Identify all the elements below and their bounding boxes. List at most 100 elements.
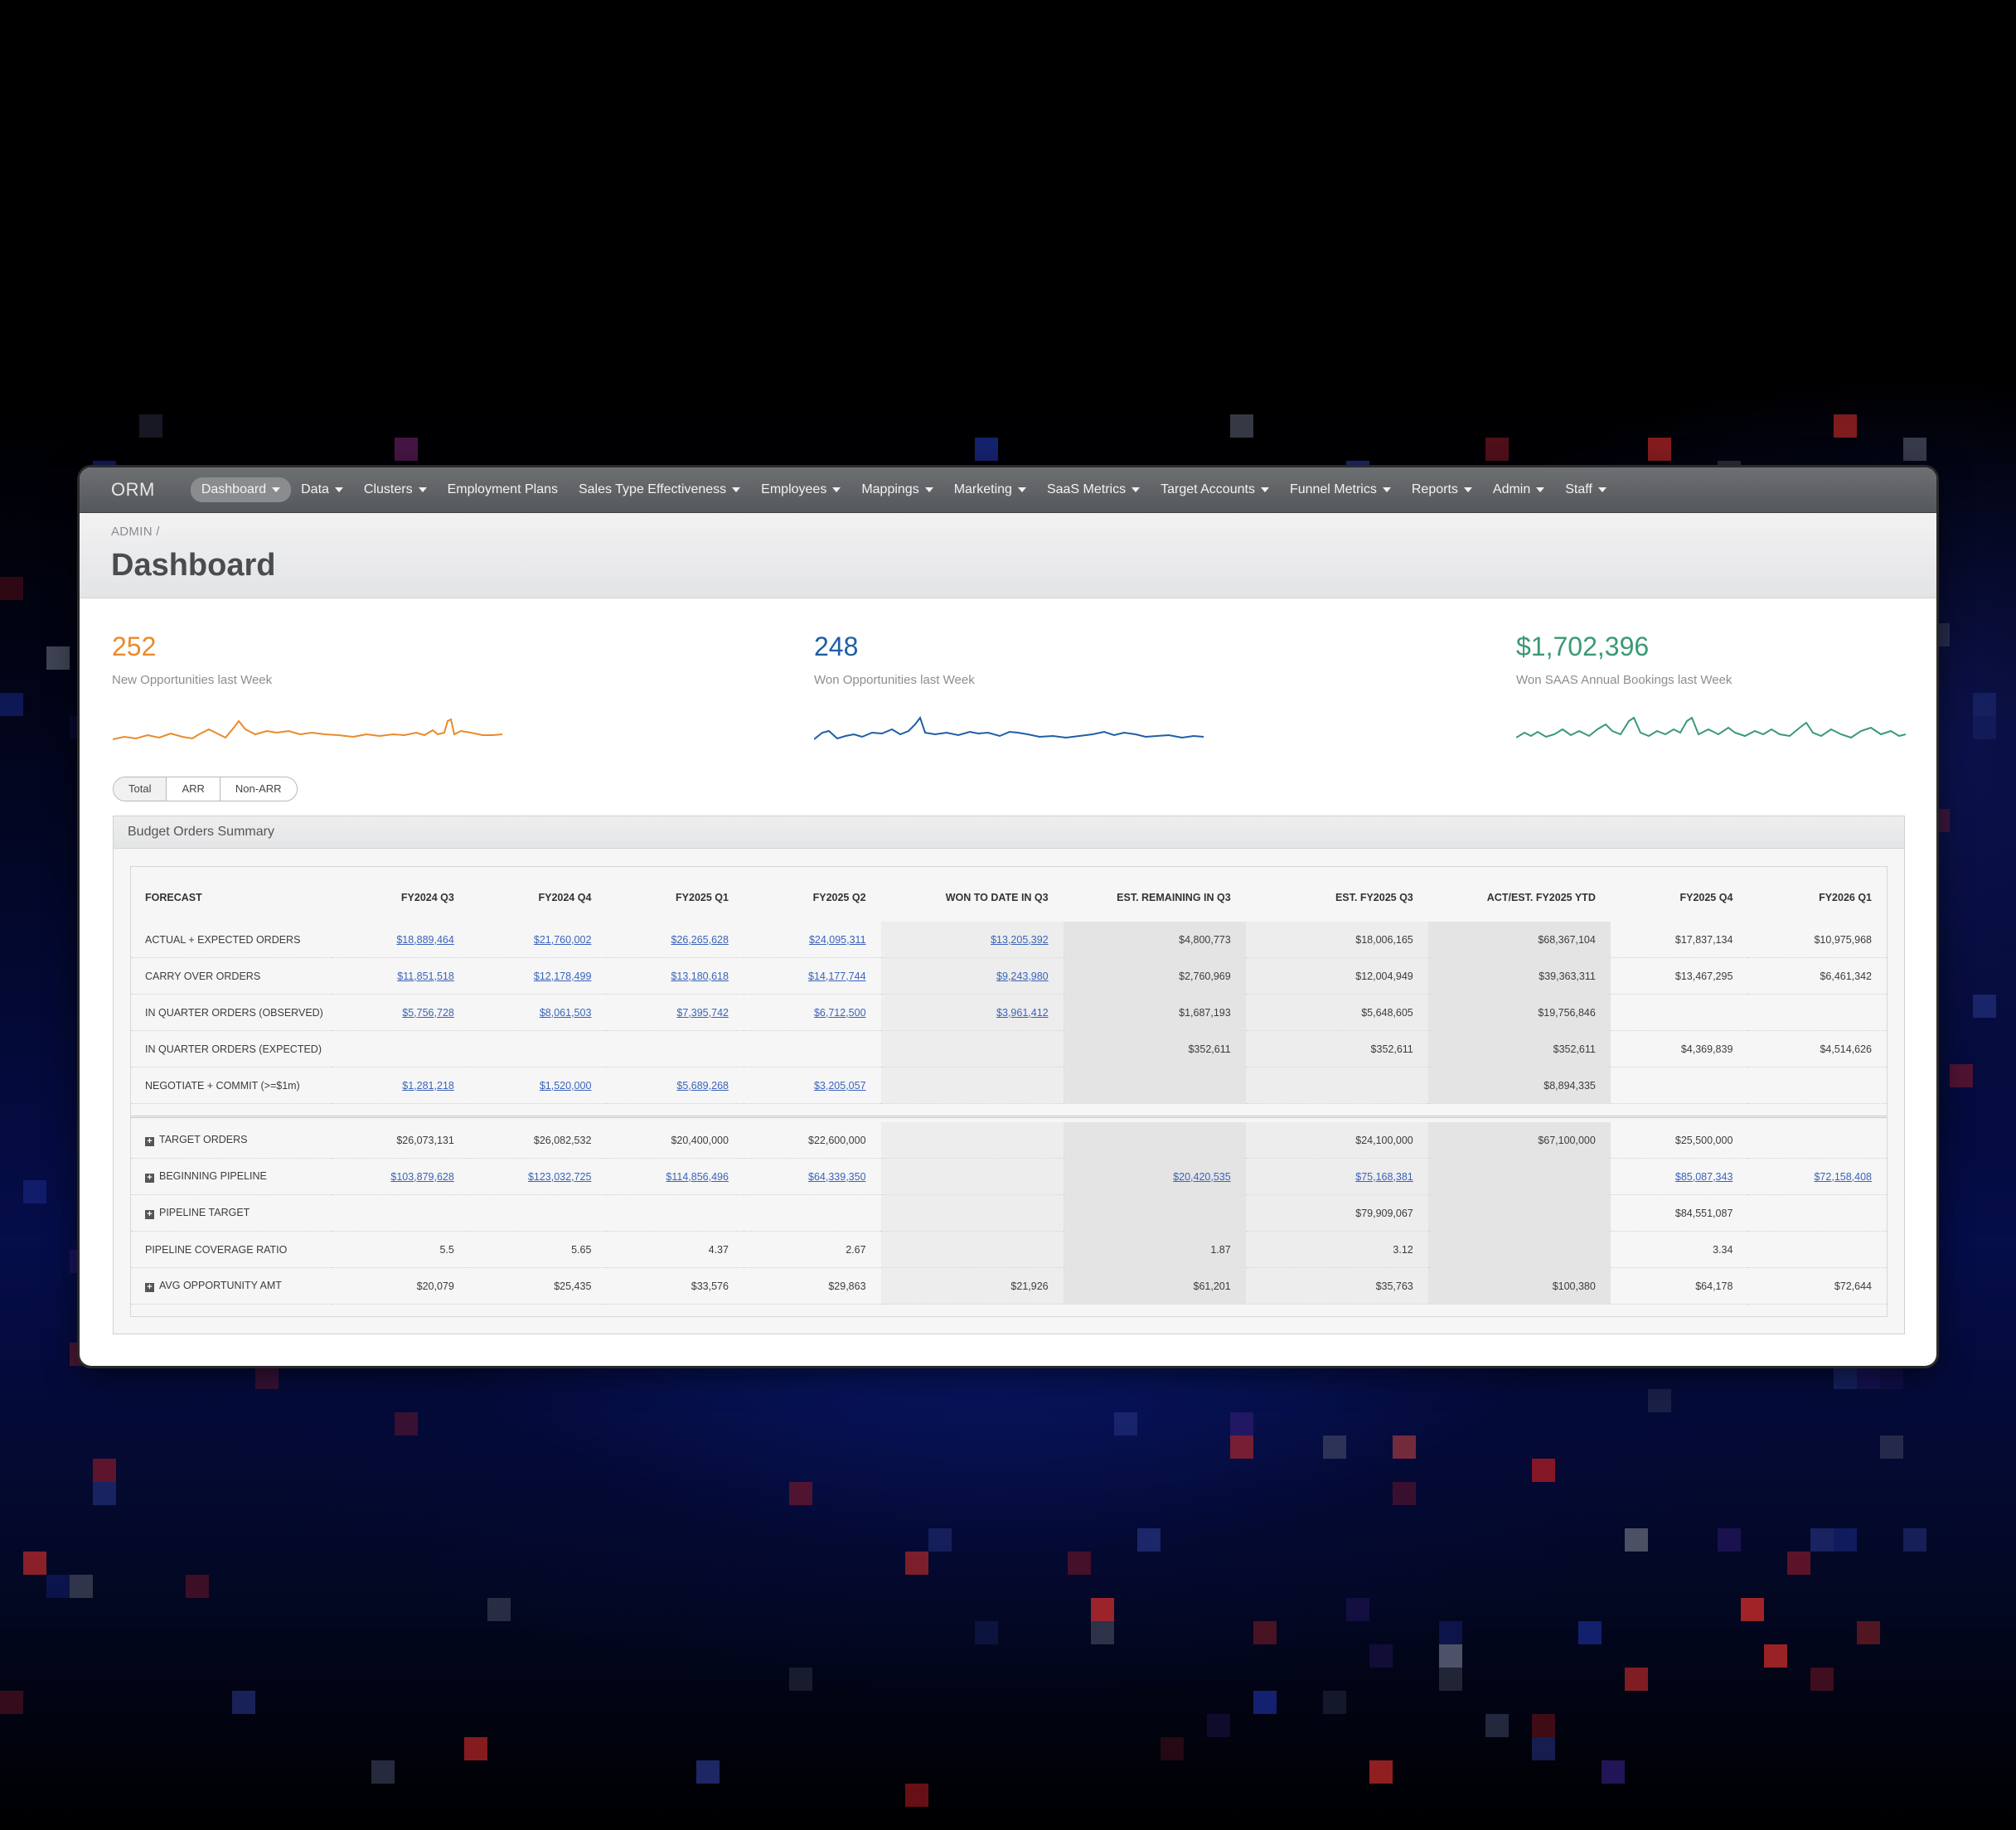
value-link[interactable]: $13,205,392 bbox=[991, 934, 1049, 946]
breadcrumb[interactable]: ADMIN / bbox=[111, 525, 160, 539]
expand-plus-icon[interactable]: + bbox=[145, 1137, 154, 1146]
table-cell: $5,756,728 bbox=[332, 994, 469, 1031]
value-link[interactable]: $11,851,518 bbox=[397, 971, 454, 982]
table-cell bbox=[332, 1194, 469, 1232]
value-link[interactable]: $85,087,343 bbox=[1675, 1171, 1733, 1183]
value-text: $13,467,295 bbox=[1674, 970, 1733, 982]
background-pixel bbox=[1439, 1621, 1462, 1644]
table-row: PIPELINE COVERAGE RATIO 5.5 5.65 4.37 2.67 1.… bbox=[131, 1231, 1887, 1268]
table-cell: $61,201 bbox=[1063, 1267, 1246, 1305]
nav-item-marketing[interactable]: Marketing bbox=[954, 482, 1026, 497]
value-link[interactable]: $3,961,412 bbox=[996, 1007, 1049, 1019]
value-link[interactable]: $20,420,535 bbox=[1173, 1171, 1231, 1183]
column-header: ACT/EST. FY2025 YTD bbox=[1486, 892, 1596, 903]
nav-item-employees[interactable]: Employees bbox=[761, 482, 841, 497]
nav-item-funnel-metrics[interactable]: Funnel Metrics bbox=[1290, 482, 1391, 497]
value-link[interactable]: $5,756,728 bbox=[402, 1007, 454, 1019]
value-link[interactable]: $1,281,218 bbox=[402, 1080, 454, 1092]
value-link[interactable]: $114,856,496 bbox=[666, 1171, 729, 1183]
background-pixel bbox=[1857, 1366, 1880, 1389]
value-link[interactable]: $3,205,057 bbox=[814, 1080, 866, 1092]
nav-item-label: Reports bbox=[1411, 482, 1458, 496]
kpi-value: 248 bbox=[814, 632, 859, 661]
background-pixel bbox=[0, 693, 23, 716]
background-pixel bbox=[696, 1760, 720, 1784]
nav-item-target-accounts[interactable]: Target Accounts bbox=[1161, 482, 1269, 497]
toggle-total-button[interactable]: Total bbox=[114, 777, 167, 801]
table-cell: $64,178 bbox=[1610, 1267, 1748, 1305]
value-text: $20,400,000 bbox=[671, 1134, 729, 1146]
value-link[interactable]: $75,168,381 bbox=[1355, 1171, 1413, 1183]
background-pixel bbox=[395, 438, 418, 461]
expand-plus-icon[interactable]: + bbox=[145, 1174, 154, 1183]
kpi-value: $1,702,396 bbox=[1516, 632, 1650, 661]
background-pixel bbox=[1323, 1691, 1346, 1714]
table-cell: $1,281,218 bbox=[332, 1067, 469, 1104]
value-link[interactable]: $5,689,268 bbox=[676, 1080, 729, 1092]
table-cell: $6,712,500 bbox=[743, 994, 881, 1031]
value-link[interactable]: $6,712,500 bbox=[814, 1007, 866, 1019]
value-text: 3.12 bbox=[1393, 1243, 1413, 1256]
background-pixel bbox=[1602, 1760, 1625, 1784]
toggle-arr-button[interactable]: ARR bbox=[167, 777, 220, 801]
table-cell: $8,061,503 bbox=[468, 994, 607, 1031]
nav-item-clusters[interactable]: Clusters bbox=[364, 482, 427, 497]
value-link[interactable]: $103,879,628 bbox=[390, 1171, 453, 1183]
value-link[interactable]: $14,177,744 bbox=[808, 971, 866, 982]
kpi-label: Won SAAS Annual Bookings last Week bbox=[1516, 673, 1732, 687]
value-text: $17,837,134 bbox=[1674, 933, 1733, 946]
background-pixel bbox=[255, 1366, 279, 1389]
brand-logo[interactable]: ORM bbox=[111, 479, 155, 501]
section-separator bbox=[131, 1104, 1887, 1123]
table-cell bbox=[1747, 1194, 1887, 1232]
background-pixel bbox=[928, 1528, 952, 1552]
table-row: + BEGINNING PIPELINE $103,879,628 $123,032,… bbox=[131, 1158, 1887, 1195]
value-link[interactable]: $123,032,725 bbox=[528, 1171, 591, 1183]
row-label: PIPELINE COVERAGE RATIO bbox=[145, 1243, 288, 1256]
row-label-cell: IN QUARTER ORDERS (OBSERVED) bbox=[131, 994, 332, 1031]
table-cell: $84,551,087 bbox=[1610, 1194, 1748, 1232]
table-cell: $85,087,343 bbox=[1610, 1158, 1748, 1195]
value-text: $68,367,104 bbox=[1538, 933, 1596, 946]
caret-down-icon bbox=[1017, 487, 1026, 492]
nav-item-data[interactable]: Data bbox=[301, 482, 343, 497]
value-link[interactable]: $1,520,000 bbox=[540, 1080, 592, 1092]
nav-item-saas-metrics[interactable]: SaaS Metrics bbox=[1047, 482, 1141, 497]
table-cell: $20,400,000 bbox=[606, 1122, 744, 1159]
value-link[interactable]: $9,243,980 bbox=[996, 971, 1049, 982]
nav-item-admin[interactable]: Admin bbox=[1493, 482, 1545, 497]
value-link[interactable]: $8,061,503 bbox=[540, 1007, 592, 1019]
value-link[interactable]: $18,889,464 bbox=[396, 934, 454, 946]
nav-item-sales-type-effectiveness[interactable]: Sales Type Effectiveness bbox=[579, 482, 741, 497]
background-pixel bbox=[139, 414, 162, 438]
expand-plus-icon[interactable]: + bbox=[145, 1210, 154, 1219]
value-link[interactable]: $24,095,311 bbox=[809, 934, 866, 946]
row-label-cell: + TARGET ORDERS bbox=[131, 1122, 332, 1159]
value-text: $79,909,067 bbox=[1355, 1207, 1413, 1219]
background-pixel bbox=[1230, 1412, 1253, 1435]
nav-item-employment-plans[interactable]: Employment Plans bbox=[448, 482, 558, 497]
background-pixel bbox=[1253, 1691, 1277, 1714]
table-cell bbox=[880, 1122, 1064, 1159]
table-cell: 3.12 bbox=[1245, 1231, 1428, 1268]
value-link[interactable]: $12,178,499 bbox=[534, 971, 592, 982]
table-cell: $26,265,628 bbox=[606, 922, 744, 958]
nav-item-label: Employment Plans bbox=[447, 482, 558, 496]
value-link[interactable]: $64,339,350 bbox=[808, 1171, 866, 1183]
toggle-non-arr-button[interactable]: Non-ARR bbox=[220, 777, 297, 801]
nav-item-mappings[interactable]: Mappings bbox=[861, 482, 933, 497]
value-text: $4,800,773 bbox=[1179, 933, 1231, 946]
value-link[interactable]: $26,265,628 bbox=[671, 934, 729, 946]
nav-item-dashboard[interactable]: Dashboard bbox=[190, 477, 292, 502]
expand-plus-icon[interactable]: + bbox=[145, 1283, 154, 1292]
value-link[interactable]: $21,760,002 bbox=[534, 934, 592, 946]
table-row: IN QUARTER ORDERS (EXPECTED) $352,611 $352… bbox=[131, 1030, 1887, 1068]
nav-item-label: Mappings bbox=[861, 482, 919, 496]
caret-down-icon bbox=[1597, 487, 1606, 492]
value-link[interactable]: $7,395,742 bbox=[676, 1007, 729, 1019]
value-link[interactable]: $72,158,408 bbox=[1814, 1171, 1872, 1183]
nav-item-staff[interactable]: Staff bbox=[1565, 482, 1606, 497]
nav-item-reports[interactable]: Reports bbox=[1412, 482, 1472, 497]
value-link[interactable]: $13,180,618 bbox=[671, 971, 729, 982]
value-text: $4,514,626 bbox=[1820, 1043, 1872, 1055]
